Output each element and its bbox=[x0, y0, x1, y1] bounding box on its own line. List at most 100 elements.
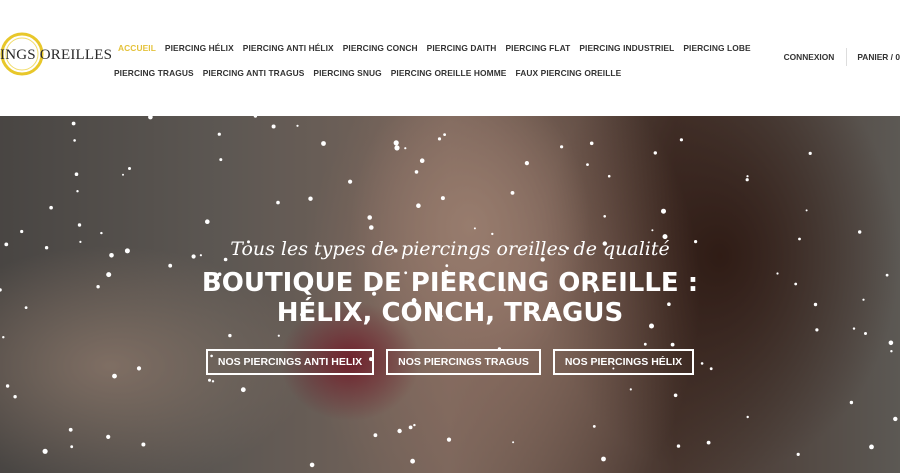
snow-dot bbox=[277, 334, 280, 337]
snow-dot bbox=[676, 444, 681, 448]
nav-item-piercing-anti-tragus[interactable]: PIERCING ANTI TRAGUS bbox=[203, 68, 305, 78]
login-link[interactable]: CONNEXION bbox=[784, 52, 835, 62]
nav-item-piercing-tragus[interactable]: PIERCING TRAGUS bbox=[114, 68, 194, 78]
snow-dot bbox=[864, 332, 867, 335]
snow-dot bbox=[607, 174, 611, 178]
snow-dot bbox=[796, 452, 800, 456]
cart-link[interactable]: PANIER / 0 bbox=[857, 52, 900, 62]
nav-item-faux-piercing-oreille[interactable]: FAUX PIERCING OREILLE bbox=[515, 68, 621, 78]
snow-dot bbox=[393, 140, 399, 146]
nav-item-piercing-anti-helix[interactable]: PIERCING ANTI HÉLIX bbox=[243, 43, 334, 53]
snow-dot bbox=[70, 445, 74, 449]
snow-dot bbox=[321, 141, 326, 146]
snow-dot bbox=[888, 340, 894, 346]
snow-dot bbox=[408, 425, 413, 430]
hero-subtitle: Tous les types de piercings oreilles de … bbox=[230, 238, 670, 260]
snow-dot bbox=[746, 175, 749, 178]
snow-dot bbox=[560, 145, 564, 149]
snow-dot bbox=[670, 342, 675, 347]
hero-title-line-1: BOUTIQUE DE PIERCING OREILLE : bbox=[201, 268, 699, 298]
nav-item-piercing-conch[interactable]: PIERCING CONCH bbox=[343, 43, 418, 53]
snow-dot bbox=[217, 132, 221, 136]
snow-dot bbox=[413, 423, 416, 427]
helix-button[interactable]: NOS PIERCINGS HÉLIX bbox=[552, 349, 695, 375]
snow-dot bbox=[601, 456, 606, 462]
snow-dot bbox=[512, 441, 515, 444]
snow-dot bbox=[76, 190, 79, 193]
snow-dot bbox=[397, 428, 402, 434]
snow-dot bbox=[219, 158, 223, 162]
snow-dot bbox=[440, 196, 445, 201]
logo-text: INGS OREILLES bbox=[0, 47, 113, 63]
snow-dot bbox=[858, 230, 862, 234]
nav-item-piercing-flat[interactable]: PIERCING FLAT bbox=[505, 43, 570, 53]
nav-item-piercing-helix[interactable]: PIERCING HÉLIX bbox=[165, 43, 234, 53]
snow-dot bbox=[661, 208, 666, 214]
hero-banner: Tous les types de piercings oreilles de … bbox=[0, 116, 900, 473]
hero-title: BOUTIQUE DE PIERCING OREILLE : HÉLIX, CO… bbox=[0, 268, 900, 328]
snow-dot bbox=[673, 393, 678, 398]
nav-item-piercing-lobe[interactable]: PIERCING LOBE bbox=[683, 43, 750, 53]
snow-dot bbox=[869, 444, 874, 450]
snow-dot bbox=[253, 116, 258, 118]
nav-item-accueil[interactable]: ACCUEIL bbox=[118, 43, 156, 53]
snow-dot bbox=[240, 387, 246, 393]
snow-dot bbox=[148, 116, 153, 120]
snow-dot bbox=[473, 227, 476, 230]
snow-dot bbox=[815, 328, 819, 332]
snow-dot bbox=[491, 232, 494, 236]
snow-dot bbox=[367, 215, 373, 220]
main-navigation: ACCUEIL PIERCING HÉLIX PIERCING ANTI HÉL… bbox=[108, 36, 751, 86]
snow-dot bbox=[228, 333, 232, 338]
snow-dot bbox=[589, 141, 594, 146]
snow-dot bbox=[893, 416, 898, 422]
nav-row-1: ACCUEIL PIERCING HÉLIX PIERCING ANTI HÉL… bbox=[108, 36, 751, 60]
site-logo[interactable]: INGS OREILLES bbox=[0, 28, 112, 80]
snow-dot bbox=[211, 380, 215, 383]
nav-item-piercing-oreille-homme[interactable]: PIERCING OREILLE HOMME bbox=[391, 68, 507, 78]
snow-dot bbox=[643, 342, 647, 346]
snow-dot bbox=[437, 137, 442, 141]
snow-dot bbox=[746, 415, 749, 419]
account-links: CONNEXION PANIER / 0 bbox=[784, 48, 900, 66]
snow-dot bbox=[308, 196, 313, 201]
snow-dot bbox=[208, 378, 211, 382]
snow-dot bbox=[410, 458, 415, 464]
snow-dot bbox=[20, 229, 24, 234]
snow-dot bbox=[651, 229, 654, 232]
nav-item-piercing-industriel[interactable]: PIERCING INDUSTRIEL bbox=[579, 43, 674, 53]
snow-dot bbox=[592, 425, 596, 428]
snow-dot bbox=[510, 191, 515, 195]
snow-dot bbox=[445, 264, 449, 268]
hero-buttons: NOS PIERCINGS ANTI HELIX NOS PIERCINGS T… bbox=[0, 349, 900, 375]
snow-dot bbox=[745, 178, 749, 182]
snow-dot bbox=[5, 384, 10, 388]
snow-dot bbox=[603, 215, 606, 218]
nav-item-piercing-snug[interactable]: PIERCING SNUG bbox=[313, 68, 381, 78]
snow-dot bbox=[205, 219, 210, 224]
snow-dot bbox=[100, 231, 103, 235]
snow-dot bbox=[849, 400, 854, 405]
snow-dot bbox=[446, 437, 452, 442]
snow-dot bbox=[586, 163, 589, 166]
snow-dot bbox=[71, 121, 76, 126]
snow-dot bbox=[805, 209, 808, 212]
snow-dot bbox=[141, 442, 146, 447]
tragus-button[interactable]: NOS PIERCINGS TRAGUS bbox=[386, 349, 541, 375]
snow-dot bbox=[443, 133, 446, 136]
snow-dot bbox=[348, 179, 353, 184]
snow-dot bbox=[73, 139, 76, 142]
snow-dot bbox=[2, 336, 5, 339]
anti-helix-button[interactable]: NOS PIERCINGS ANTI HELIX bbox=[205, 349, 375, 375]
snow-dot bbox=[416, 203, 421, 208]
snow-dot bbox=[77, 223, 82, 227]
snow-dot bbox=[629, 388, 632, 391]
snow-dot bbox=[419, 158, 425, 163]
snow-dot bbox=[128, 167, 131, 170]
snow-dot bbox=[524, 161, 530, 166]
nav-row-2: PIERCING TRAGUS PIERCING ANTI TRAGUS PIE… bbox=[108, 61, 748, 85]
snow-dot bbox=[271, 124, 276, 129]
snow-dot bbox=[296, 124, 299, 127]
nav-item-piercing-daith[interactable]: PIERCING DAITH bbox=[427, 43, 497, 53]
snow-dot bbox=[42, 448, 48, 454]
